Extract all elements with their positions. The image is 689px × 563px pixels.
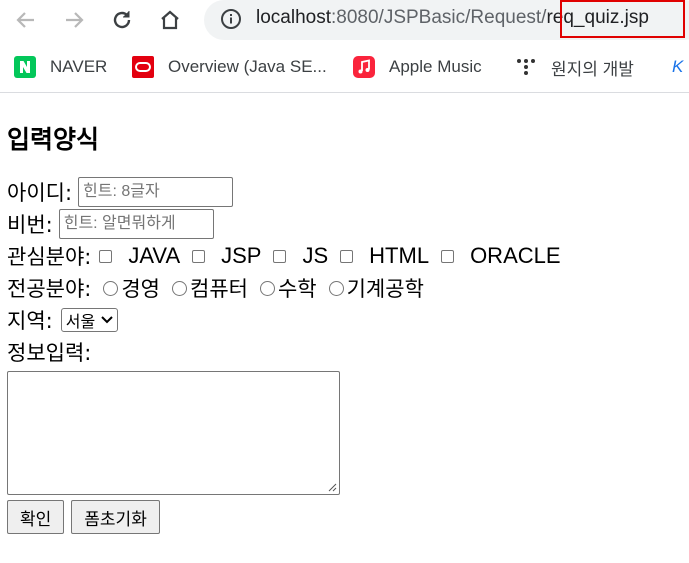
major-row: 전공분야: 경영 컴퓨터 수학 기계공학 [7,272,687,304]
major-radio-math[interactable] [259,280,275,296]
interest-option-label: JSP [221,243,262,268]
url-highlight-box [560,0,685,38]
id-input[interactable] [78,177,234,207]
id-row: 아이디: [7,176,687,208]
pw-row: 비번: [7,208,687,240]
interest-checkbox-java[interactable] [99,249,113,263]
major-radio-computer[interactable] [172,280,187,296]
major-option-label: 수학 [277,277,317,301]
major-label: 전공분야: [7,277,92,301]
bookmark-label: NAVER [50,57,108,76]
interest-option-label: ORACLE [470,243,561,268]
bookmark-label: Apple Music [389,57,482,76]
interest-option-label: JAVA [128,243,181,268]
resize-grip-icon[interactable] [327,482,337,492]
oracle-icon [132,56,154,78]
bookmark-oracle[interactable]: Overview (Java SE... [132,54,327,80]
pw-input[interactable] [58,209,214,239]
interest-option-label: JS [302,243,329,268]
info-label: 정보입력: [7,341,92,365]
bookmark-k[interactable]: K [672,54,683,80]
pw-label: 비번: [7,213,53,237]
dots-logo-icon [517,59,535,75]
bookmark-label: K [672,57,684,76]
region-select[interactable]: 서울 [60,308,119,332]
bookmark-apple-music[interactable]: Apple Music [353,54,482,80]
button-row: 확인 폼초기화 [7,500,687,534]
major-radio-mechanical[interactable] [328,280,344,296]
home-icon[interactable] [156,6,184,34]
apple-music-icon [353,56,375,78]
reload-icon[interactable] [108,6,136,34]
info-icon[interactable] [220,8,242,30]
major-option-label: 경영 [121,277,160,301]
bookmark-dev[interactable]: 원지의 개발 [515,54,634,80]
naver-icon [14,56,36,78]
interest-option-label: HTML [369,243,430,268]
back-icon[interactable] [12,6,40,34]
major-option-label: 기계공학 [346,277,424,301]
id-label: 아이디: [7,181,73,205]
interest-label: 관심분야: [7,245,92,269]
reset-button[interactable]: 폼초기화 [71,500,160,534]
bookmark-label: Overview (Java SE... [168,57,327,76]
interest-checkbox-html[interactable] [340,249,354,263]
submit-button[interactable]: 확인 [7,500,65,534]
interest-row: 관심분야: JAVA JSP JS HTML ORACLE [7,240,687,272]
form-heading: 입력양식 [7,125,100,154]
region-label: 지역: [7,309,53,333]
forward-icon[interactable] [60,6,88,34]
browser-toolbar: localhost:8080/JSPBasic/Request/req_quiz… [0,0,689,42]
info-row: 정보입력: [7,336,687,368]
region-row: 지역: 서울 [7,304,687,336]
bookmark-naver[interactable]: NAVER [14,54,107,80]
major-option-label: 컴퓨터 [190,277,248,301]
form-page: 입력양식 아이디: 비번: 관심분야: JAVA JSP JS HTML ORA… [7,118,687,534]
bookmark-label: 원지의 개발 [551,59,634,79]
region-selected-value: 서울 [65,314,96,331]
major-radio-business[interactable] [103,280,119,296]
interest-checkbox-oracle[interactable] [441,249,455,263]
interest-checkbox-js[interactable] [273,249,287,263]
bookmarks-bar: NAVER Overview (Java SE... Apple Music 원… [0,44,689,93]
info-textarea[interactable] [7,371,340,495]
interest-checkbox-jsp[interactable] [192,249,206,263]
chevron-down-icon [101,316,113,324]
